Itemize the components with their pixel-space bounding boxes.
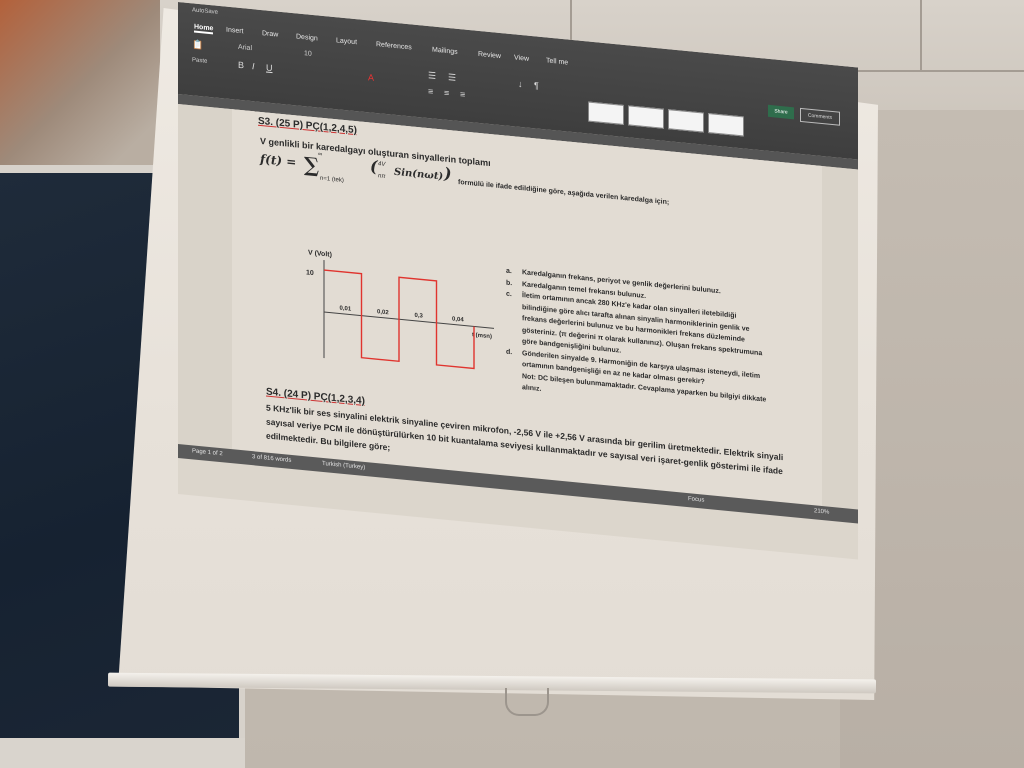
bold-icon[interactable]: B xyxy=(238,60,244,71)
style-normal[interactable] xyxy=(588,101,624,125)
word-count[interactable]: 3 of 816 words xyxy=(252,454,291,464)
tab-design[interactable]: Design xyxy=(296,33,318,42)
document-area: S3. (25 P) PÇ(1,2,4,5) V genlikli bir ka… xyxy=(178,104,858,510)
chart-xtick: 0,04 xyxy=(452,316,464,323)
chart-xtick: 0,3 xyxy=(415,313,424,320)
underline-icon[interactable]: U xyxy=(266,62,273,73)
formula-rhs: Sin(nωt) xyxy=(394,166,444,183)
tab-layout[interactable]: Layout xyxy=(336,37,357,46)
chart-xtick: 0,01 xyxy=(340,306,352,313)
tab-references[interactable]: References xyxy=(376,41,412,51)
style-no-spacing[interactable] xyxy=(628,105,664,129)
square-wave-chart: V (Volt) 10 t (msn) 0,01 0,02 0,3 0,04 xyxy=(306,250,494,370)
paragraph-mark-icon[interactable]: ¶ xyxy=(534,80,539,90)
formula-lower: n=1 (tek) xyxy=(320,175,344,184)
chart-ytick: 10 xyxy=(306,269,314,277)
item-text: alınız. xyxy=(522,384,542,393)
paste-icon[interactable]: 📋 xyxy=(192,39,203,51)
item-label: c. xyxy=(506,290,512,299)
chart-xtick: 0,02 xyxy=(377,309,389,316)
tab-insert[interactable]: Insert xyxy=(226,27,244,36)
style-heading-1[interactable] xyxy=(668,109,704,133)
formula-frac-num: 4V xyxy=(378,161,386,168)
sort-icon[interactable]: ↓ xyxy=(518,79,523,89)
font-color-icon[interactable]: A xyxy=(368,72,374,83)
italic-icon[interactable]: I xyxy=(252,61,255,71)
item-label: a. xyxy=(506,267,512,276)
tab-home[interactable]: Home xyxy=(194,23,214,35)
item-label: b. xyxy=(506,279,513,287)
document-page: S3. (25 P) PÇ(1,2,4,5) V genlikli bir ka… xyxy=(232,109,822,507)
blackboard-ledge xyxy=(0,738,245,768)
language[interactable]: Turkish (Turkey) xyxy=(322,461,365,471)
formula-frac-den: nπ xyxy=(378,173,386,180)
formula-open-paren: ( xyxy=(370,156,378,177)
tab-draw[interactable]: Draw xyxy=(262,30,278,39)
chart-x-axis xyxy=(324,311,494,329)
chart-xlabel: t (msn) xyxy=(472,332,492,340)
formula-upper: ∞ xyxy=(318,151,323,158)
paste-label: Paste xyxy=(192,57,208,65)
app-title: AutoSave xyxy=(192,7,219,16)
numbering-icon[interactable]: ☰ xyxy=(448,72,456,84)
share-button[interactable]: Share xyxy=(768,104,794,120)
formula-lhs: f(t) = xyxy=(260,151,297,170)
tab-view[interactable]: View xyxy=(514,54,529,62)
font-name[interactable]: Arial xyxy=(238,44,252,52)
align-left-icon[interactable]: ≡ xyxy=(428,86,433,97)
font-size[interactable]: 10 xyxy=(304,50,312,58)
style-heading-2[interactable] xyxy=(708,113,744,137)
formula-close-paren: ) xyxy=(444,163,452,184)
formula-sum: ∑ xyxy=(304,152,320,178)
tab-mailings[interactable]: Mailings xyxy=(432,46,458,55)
bullets-icon[interactable]: ☰ xyxy=(428,70,436,82)
align-center-icon[interactable]: ≡ xyxy=(444,88,449,99)
align-right-icon[interactable]: ≡ xyxy=(460,89,465,100)
tell-me[interactable]: Tell me xyxy=(546,57,568,66)
formula-tail: formülü ile ifade edildiğine göre, aşağı… xyxy=(458,178,670,207)
zoom-level[interactable]: 210% xyxy=(814,508,829,515)
tab-review[interactable]: Review xyxy=(478,51,501,60)
projected-word-window: AutoSave Home Insert Draw Design Layout … xyxy=(178,2,858,560)
comments-button[interactable]: Comments xyxy=(800,107,840,126)
page-count[interactable]: Page 1 of 2 xyxy=(192,448,223,457)
item-label: d. xyxy=(506,348,513,356)
screen-pull-handle xyxy=(505,688,549,716)
focus-button[interactable]: Focus xyxy=(688,496,704,504)
chart-ylabel: V (Volt) xyxy=(308,250,332,259)
